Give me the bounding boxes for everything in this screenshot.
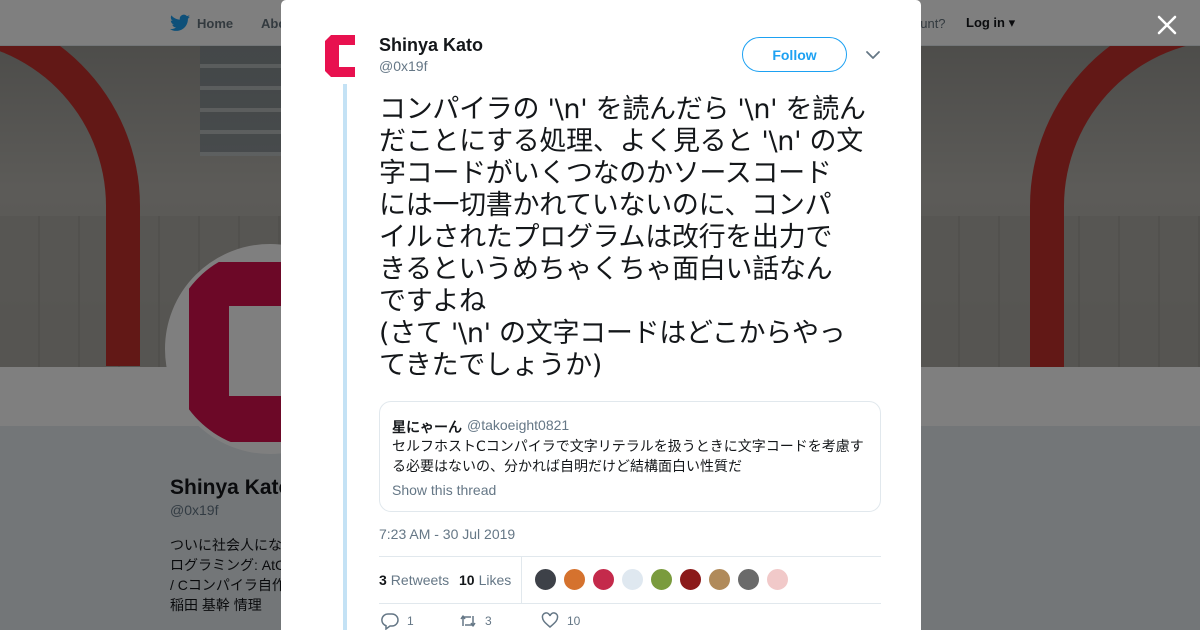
liker-avatar[interactable] xyxy=(592,568,615,591)
reply-action[interactable]: 1 xyxy=(381,612,414,630)
follow-button[interactable]: Follow xyxy=(742,37,847,72)
liker-avatar[interactable] xyxy=(737,568,760,591)
thread-line xyxy=(343,84,347,630)
liker-avatar[interactable] xyxy=(679,568,702,591)
chevron-down-icon[interactable] xyxy=(864,48,882,62)
likes-stat[interactable]: 10 Likes xyxy=(459,572,511,588)
retweets-label: Retweets xyxy=(390,572,450,588)
retweets-stat[interactable]: 3 Retweets xyxy=(379,572,449,588)
liker-avatar[interactable] xyxy=(534,568,557,591)
stats-divider xyxy=(521,557,522,603)
liker-avatars xyxy=(534,568,789,591)
liker-avatar[interactable] xyxy=(621,568,644,591)
reply-count: 1 xyxy=(407,614,414,628)
tweet-timestamp[interactable]: 7:23 AM - 30 Jul 2019 xyxy=(379,526,515,542)
likes-count: 10 xyxy=(459,572,475,588)
likes-label: Likes xyxy=(478,572,512,588)
quoted-author-name: 星にゃーん xyxy=(392,419,462,435)
liker-avatar[interactable] xyxy=(563,568,586,591)
retweets-count: 3 xyxy=(379,572,387,588)
reply-icon xyxy=(381,613,399,630)
liker-avatar[interactable] xyxy=(766,568,789,591)
retweet-count: 3 xyxy=(485,614,492,628)
liker-avatar[interactable] xyxy=(650,568,673,591)
author-name[interactable]: Shinya Kato xyxy=(379,35,483,56)
author-handle[interactable]: @0x19f xyxy=(379,58,427,74)
heart-icon xyxy=(541,612,559,628)
like-action[interactable]: 10 xyxy=(541,612,580,630)
retweet-action[interactable]: 3 xyxy=(459,612,492,630)
tweet-modal: Shinya Kato @0x19f Follow コンパイラの '\n' を読… xyxy=(281,0,921,630)
tweet-stats: 3 Retweets 10 Likes xyxy=(379,556,881,604)
quoted-tweet-text: セルフホストCコンパイラで文字リテラルを扱うときに文字コードを考慮する必要はない… xyxy=(392,439,864,475)
like-count: 10 xyxy=(567,614,581,628)
retweet-icon xyxy=(460,615,476,627)
author-avatar[interactable] xyxy=(323,33,363,79)
tweet-actions: 1 3 10 xyxy=(379,612,881,630)
show-thread-link[interactable]: Show this thread xyxy=(392,482,496,498)
close-icon[interactable] xyxy=(1156,14,1178,36)
liker-avatar[interactable] xyxy=(708,568,731,591)
tweet-text: コンパイラの '\n' を読んだら '\n' を読ん だことにする処理、よく見る… xyxy=(379,94,866,381)
quoted-tweet[interactable]: 星にゃーん @takoeight0821 セルフホストCコンパイラで文字リテラル… xyxy=(379,401,881,512)
quoted-author-handle: @takoeight0821 xyxy=(467,417,570,433)
